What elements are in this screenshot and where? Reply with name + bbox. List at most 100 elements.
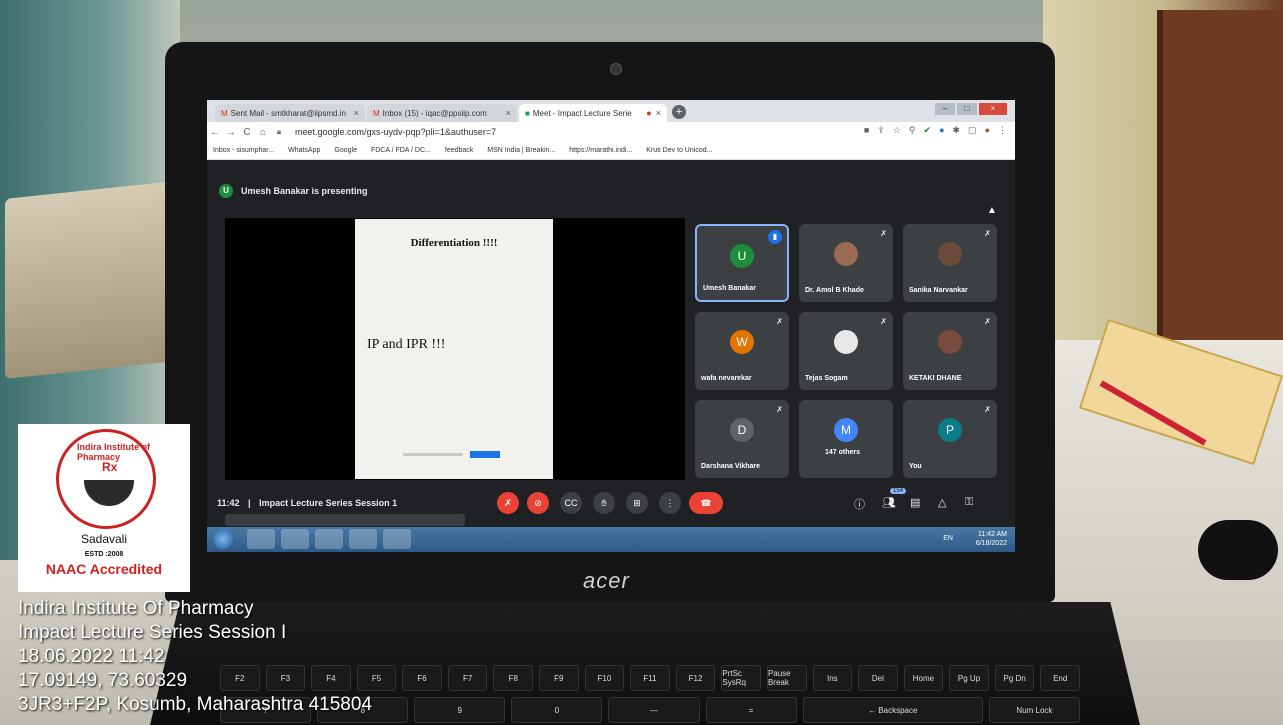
keyboard-key: =	[705, 697, 797, 723]
leave-call-button[interactable]: ☎︎	[689, 492, 723, 514]
app-taskbar-item[interactable]	[315, 529, 343, 549]
bookmark-item[interactable]: Inbox - sisumphar...	[213, 147, 274, 154]
people-icon[interactable]: 👥︎	[882, 496, 896, 509]
forward-icon[interactable]: →	[223, 127, 239, 138]
others-count: 147 others	[825, 449, 861, 456]
raise-hand-button[interactable]: ✋︎	[593, 492, 615, 514]
bookmark-item[interactable]: WhatsApp	[288, 147, 320, 154]
logo-arc-text: Indira Institute of Pharmacy	[77, 442, 150, 462]
webcam-icon	[610, 63, 622, 75]
slide-footer-text	[403, 453, 463, 456]
participant-tile[interactable]: ✗ W wafa nevarekar	[695, 312, 789, 390]
background-book	[5, 181, 175, 379]
explorer-taskbar-item[interactable]	[349, 529, 377, 549]
keyboard-key: Pg Dn	[994, 665, 1035, 691]
bookmark-item[interactable]: https://marathi.indi...	[569, 147, 632, 154]
self-tile[interactable]: ✗ P You	[903, 400, 997, 478]
reload-icon[interactable]: C	[239, 127, 255, 138]
caption-datetime: 18.06.2022 11:42	[18, 646, 165, 667]
cast-icon[interactable]: ■	[864, 125, 869, 136]
keyboard-key: PrtSc SysRq	[721, 665, 761, 691]
maximize-button[interactable]: □	[957, 103, 977, 115]
bookmark-item[interactable]: feedback	[445, 147, 473, 154]
minimize-button[interactable]: –	[935, 103, 955, 115]
close-icon[interactable]: ×	[656, 108, 661, 118]
close-icon[interactable]: ×	[354, 108, 359, 118]
mic-toggle-button[interactable]: ✗	[497, 492, 519, 514]
participant-tile[interactable]: ✗ Tejas Sogam	[799, 312, 893, 390]
menu-icon[interactable]: ⋮	[998, 125, 1007, 136]
more-options-button[interactable]: ⋮	[659, 492, 681, 514]
keyboard-key: F10	[584, 665, 625, 691]
bookmark-item[interactable]: MSN India | Breakin...	[487, 147, 555, 154]
new-tab-button[interactable]: +	[672, 105, 686, 119]
close-icon[interactable]: ×	[506, 108, 511, 118]
captions-button[interactable]: CC	[560, 492, 582, 514]
naac-badge: NAAC Accredited	[45, 561, 163, 577]
participant-tile[interactable]: ✗ Sanika Narvankar	[903, 224, 997, 302]
host-controls-icon[interactable]: ⚿	[965, 496, 973, 509]
extension-icon[interactable]: ⚲	[909, 125, 916, 136]
mic-off-icon: ✗	[880, 317, 887, 326]
activities-icon[interactable]: △	[938, 496, 946, 509]
participant-tile[interactable]: ▮ U Umesh Banakar	[695, 224, 789, 302]
keyboard-key: End	[1040, 665, 1080, 691]
sidepanel-icon[interactable]: ▢	[968, 125, 977, 136]
photo-caption-overlay: Indira Institute Of Pharmacy Impact Lect…	[18, 597, 372, 717]
url-field[interactable]: meet.google.com/gxs-uydv-pqp?pli=1&authu…	[295, 127, 496, 137]
check-icon[interactable]: ✔	[924, 125, 932, 136]
participant-name: Tejas Sogam	[805, 375, 848, 382]
logo-place: Sadavali	[80, 532, 128, 546]
home-icon[interactable]: ⌂	[255, 127, 271, 138]
close-window-button[interactable]: ×	[979, 103, 1007, 115]
bookmark-item[interactable]: Google	[334, 147, 357, 154]
presenting-label: Umesh Banakar is presenting	[241, 186, 368, 196]
recording-icon: ●	[646, 108, 652, 118]
avatar: W	[730, 330, 754, 354]
window-taskbar-item[interactable]	[383, 529, 411, 549]
meeting-info: 11:42 | Impact Lecture Series Session 1	[217, 498, 398, 508]
participant-tile[interactable]: ✗ Dr. Amol B Khade	[799, 224, 893, 302]
tab-sent-mail[interactable]: M Sent Mail - smtkharat@iipsmd.in ×	[215, 104, 365, 122]
institute-logo: Indira Institute of Pharmacy Rx Sadavali…	[18, 424, 190, 592]
keyboard-key: Pause Break	[766, 665, 807, 691]
caption-coordinates: 17.09149, 73.60329	[18, 670, 188, 691]
others-tile[interactable]: M 147 others	[799, 400, 893, 478]
caption-address: 3JR3+F2P, Kosumb, Maharashtra 415804	[18, 694, 373, 715]
mouse-cursor-icon: ▲	[987, 205, 997, 216]
start-button[interactable]	[213, 529, 233, 549]
keyboard-key: 0	[511, 697, 603, 723]
mic-off-icon: ✗	[776, 405, 783, 414]
system-clock[interactable]: 11:42 AM 6/18/2022	[976, 530, 1007, 548]
avatar	[938, 242, 962, 266]
mic-off-icon: ✗	[984, 405, 991, 414]
bookmark-item[interactable]: Kruti Dev to Unicod...	[646, 147, 712, 154]
star-icon[interactable]: ☆	[893, 125, 901, 136]
browser-tab-bar: M Sent Mail - smtkharat@iipsmd.in × M In…	[207, 100, 1015, 122]
meeting-time: 11:42	[217, 498, 240, 508]
camera-toggle-button[interactable]: ⊘	[527, 492, 549, 514]
grammar-icon[interactable]: ●	[939, 125, 944, 136]
present-button[interactable]: ⊞	[626, 492, 648, 514]
language-indicator[interactable]: EN	[943, 535, 953, 542]
share-icon[interactable]: ⇪	[877, 125, 885, 136]
meet-icon: ■	[525, 108, 530, 118]
lock-icon: 🔒︎	[276, 127, 282, 136]
back-icon[interactable]: ←	[207, 127, 223, 138]
computer-mouse	[1198, 520, 1278, 580]
tab-inbox[interactable]: M Inbox (15) - iqac@ppsiip.com ×	[367, 104, 517, 122]
avatar: U	[730, 244, 754, 268]
bookmark-item[interactable]: FDCA / FDA / DC...	[371, 147, 431, 154]
info-icon[interactable]: ⓘ	[854, 496, 865, 512]
avatar[interactable]: ●	[985, 125, 990, 136]
tab-meet[interactable]: ■ Meet - Impact Lecture Serie ● ×	[519, 104, 667, 122]
chrome-taskbar-item[interactable]	[247, 529, 275, 549]
participant-tile[interactable]: ✗ D Darshana Vikhare	[695, 400, 789, 478]
media-taskbar-item[interactable]	[281, 529, 309, 549]
gmail-icon: M	[373, 108, 380, 118]
chat-icon[interactable]: ▤	[910, 496, 920, 509]
caption-institute: Indira Institute Of Pharmacy	[18, 598, 254, 619]
participant-tile[interactable]: ✗ KETAKI DHANE	[903, 312, 997, 390]
keyboard-key: F12	[675, 665, 716, 691]
puzzle-icon[interactable]: ✱	[953, 125, 961, 136]
